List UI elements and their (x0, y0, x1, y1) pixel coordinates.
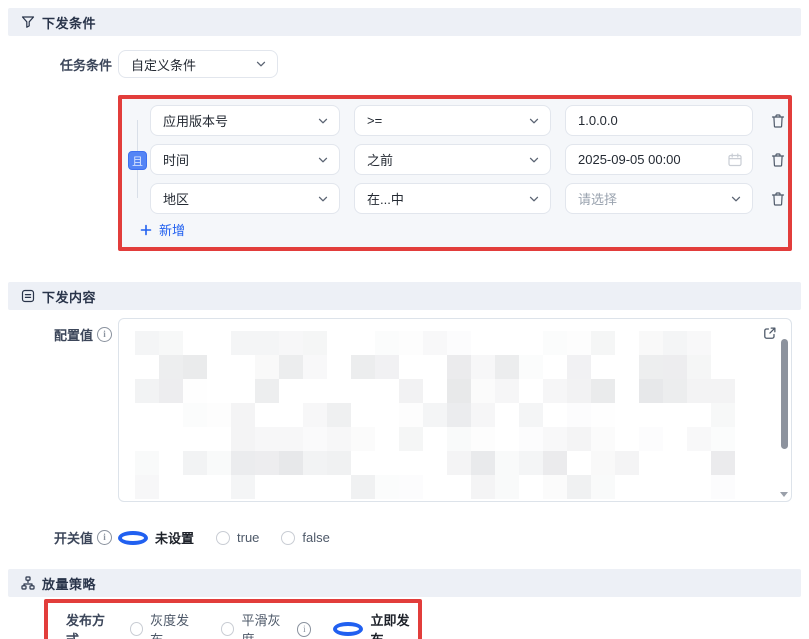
condition-field-select-value: 时间 (163, 150, 189, 169)
info-icon (297, 622, 311, 637)
condition-operator-select[interactable]: >= (354, 105, 551, 136)
calendar-icon (728, 153, 742, 167)
annotation-box-conditions: 且 应用版本号>=时间之前2025-09-05 00:00地区在...中请选择 … (118, 95, 792, 251)
radio-icon (333, 622, 363, 636)
publish-method-row: 发布方式 灰度发布 平滑灰度 立即发布 (66, 610, 418, 639)
publish-config-page: 下发条件 任务条件 自定义条件 且 应用版本号 >= 时间 之前 2025-09-05 … (0, 0, 809, 639)
radio-label: 灰度发布 (150, 610, 199, 639)
condition-value-input[interactable] (565, 105, 753, 136)
condition-rows: 应用版本号 >= 时间 之前 2025-09-05 00:00 地区 在...中 请选择 (150, 105, 789, 214)
config-value-mosaic (135, 331, 735, 499)
delete-condition-button[interactable] (767, 110, 789, 132)
condition-operator-select-value: 之前 (367, 150, 393, 169)
publish-method-label: 发布方式 (66, 610, 116, 639)
chevron-down-icon (317, 193, 329, 205)
task-condition-value: 自定义条件 (131, 55, 196, 74)
radio-icon (281, 531, 295, 545)
condition-field-select[interactable]: 应用版本号 (150, 105, 340, 136)
radio-icon (221, 622, 234, 636)
expand-icon[interactable] (762, 326, 778, 342)
delete-condition-button[interactable] (767, 188, 789, 210)
filter-icon (21, 15, 35, 29)
trash-icon (770, 191, 786, 207)
condition-value-select-value: 请选择 (578, 189, 617, 208)
switch-value-radio-group: 未设置 true false (118, 528, 330, 547)
add-condition-button[interactable]: 新增 (140, 220, 185, 239)
condition-row: 地区 在...中 请选择 (150, 183, 789, 214)
radio-icon (118, 531, 148, 545)
switch-value-label: 开关值 (0, 528, 112, 547)
chevron-down-icon (528, 154, 540, 166)
condition-row: 时间 之前 2025-09-05 00:00 (150, 144, 789, 175)
config-value-textarea[interactable] (118, 318, 792, 502)
section-title: 下发内容 (42, 287, 96, 306)
section-header-strategy: 放量策略 (8, 569, 801, 597)
condition-value-datepicker[interactable]: 2025-09-05 00:00 (565, 144, 753, 175)
chevron-down-icon (255, 58, 267, 70)
radio-option[interactable]: true (216, 530, 259, 545)
chevron-down-icon (317, 154, 329, 166)
radio-icon (216, 531, 230, 545)
info-icon (97, 327, 112, 342)
task-condition-select[interactable]: 自定义条件 (118, 50, 278, 78)
section-title: 下发条件 (42, 13, 96, 32)
section-title: 放量策略 (42, 574, 96, 593)
condition-value-select[interactable]: 请选择 (565, 183, 753, 214)
radio-option[interactable]: 未设置 (118, 528, 194, 547)
annotation-box-publish: 发布方式 灰度发布 平滑灰度 立即发布 (44, 599, 422, 639)
section-header-content: 下发内容 (8, 282, 801, 310)
date-value: 2025-09-05 00:00 (578, 152, 681, 167)
condition-field-select-value: 地区 (163, 189, 189, 208)
condition-operator-select-value: 在...中 (367, 189, 404, 208)
condition-operator-select-value: >= (367, 113, 382, 128)
condition-panel: 且 应用版本号>=时间之前2025-09-05 00:00地区在...中请选择 … (122, 99, 788, 247)
section-header-conditions: 下发条件 (8, 8, 801, 36)
radio-option[interactable]: 立即发布 (333, 610, 418, 639)
condition-field-select[interactable]: 时间 (150, 144, 340, 175)
config-value-label: 配置值 (0, 325, 112, 344)
task-condition-label: 任务条件 (0, 55, 112, 74)
switch-value-row: 开关值 未设置 true false (0, 528, 809, 547)
condition-field-select-value: 应用版本号 (163, 111, 228, 130)
sitemap-icon (21, 576, 35, 590)
chevron-down-icon (528, 193, 540, 205)
logic-rail: 且 (126, 105, 150, 214)
condition-operator-select[interactable]: 在...中 (354, 183, 551, 214)
radio-option[interactable]: false (281, 530, 329, 545)
plus-icon (140, 224, 152, 236)
radio-option[interactable]: 平滑灰度 (221, 610, 311, 639)
publish-method-radio-group: 灰度发布 平滑灰度 立即发布 (130, 610, 418, 639)
trash-icon (770, 113, 786, 129)
radio-icon (130, 622, 143, 636)
logic-and-badge: 且 (128, 151, 147, 170)
config-value-row: 配置值 (0, 318, 809, 502)
scrollbar-down-arrow[interactable] (780, 492, 788, 497)
radio-label: true (237, 530, 259, 545)
chevron-down-icon (317, 115, 329, 127)
chevron-down-icon (528, 115, 540, 127)
radio-label: 平滑灰度 (241, 610, 290, 639)
radio-option[interactable]: 灰度发布 (130, 610, 199, 639)
trash-icon (770, 152, 786, 168)
chevron-down-icon (730, 193, 742, 205)
delete-condition-button[interactable] (767, 149, 789, 171)
task-condition-row: 任务条件 自定义条件 (0, 50, 809, 78)
condition-field-select[interactable]: 地区 (150, 183, 340, 214)
condition-row: 应用版本号 >= (150, 105, 789, 136)
condition-operator-select[interactable]: 之前 (354, 144, 551, 175)
radio-label: false (302, 530, 329, 545)
info-icon (97, 530, 112, 545)
scrollbar-thumb[interactable] (781, 339, 788, 449)
radio-label: 立即发布 (370, 610, 418, 639)
document-icon (21, 289, 35, 303)
scrollbar[interactable] (779, 321, 789, 499)
radio-label: 未设置 (155, 528, 194, 547)
